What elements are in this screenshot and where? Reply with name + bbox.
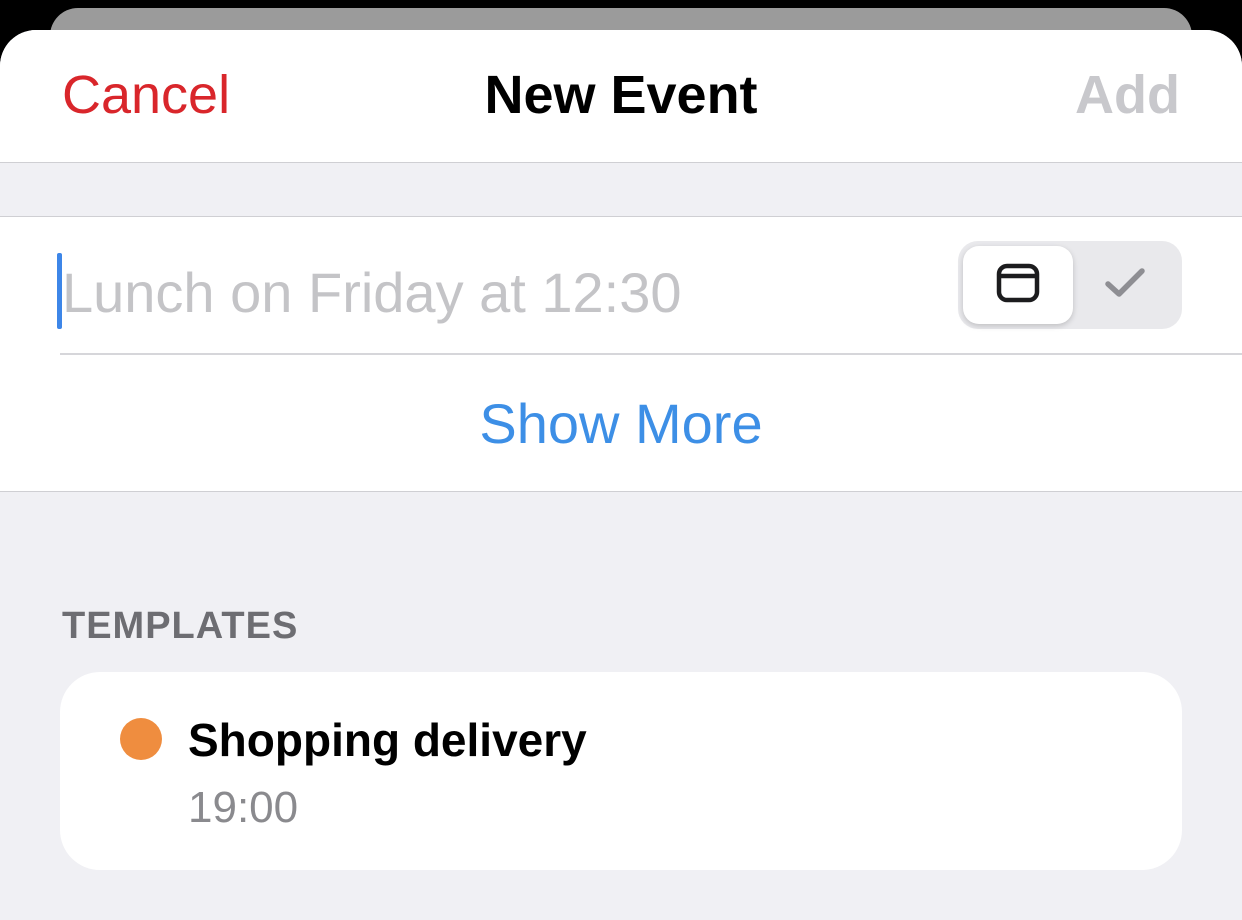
navigation-bar: Cancel New Event Add <box>0 30 1242 163</box>
add-button[interactable]: Add <box>1075 62 1180 128</box>
template-title: Shopping delivery <box>188 714 587 766</box>
event-input-row <box>0 217 1242 353</box>
event-text-field[interactable] <box>62 255 922 329</box>
calendar-icon <box>996 263 1040 308</box>
page-title: New Event <box>484 65 758 125</box>
checkmark-icon <box>1104 266 1146 305</box>
segment-reminder[interactable] <box>1073 246 1177 324</box>
templates-section-header: TEMPLATES <box>62 605 299 647</box>
template-time: 19:00 <box>188 783 299 832</box>
template-color-dot <box>120 718 162 760</box>
show-more-button[interactable]: Show More <box>0 389 1242 459</box>
event-input-group: Show More <box>0 216 1242 492</box>
new-event-sheet: Cancel New Event Add Lunch on Friday at … <box>0 30 1242 920</box>
segment-event[interactable] <box>963 246 1073 324</box>
mode-segmented-control[interactable] <box>958 241 1182 329</box>
row-divider <box>60 353 1242 355</box>
template-item[interactable]: Shopping delivery 19:00 <box>60 672 1182 870</box>
